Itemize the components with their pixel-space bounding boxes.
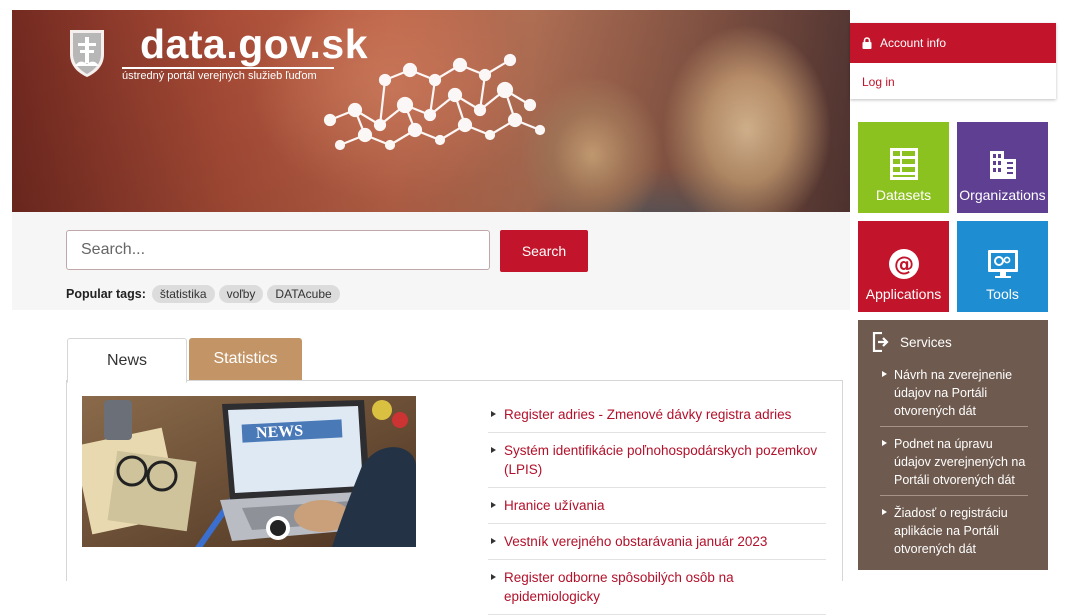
hero-banner: data.gov.sk ústredný portál verejných sl… — [12, 10, 850, 212]
news-item[interactable]: Register adries - Zmenové dávky registra… — [488, 397, 826, 433]
news-item[interactable]: Register odborne spôsobilých osôb na epi… — [488, 560, 826, 615]
tile-tools[interactable]: Tools — [957, 221, 1048, 312]
tab-statistics[interactable]: Statistics — [189, 338, 302, 380]
account-header: Account info — [850, 23, 1056, 63]
lock-icon — [862, 37, 872, 49]
services-header: Services — [858, 320, 1048, 352]
account-box: Account info Log in — [850, 23, 1056, 99]
services-list: Návrh na zverejnenie údajov na Portáli o… — [858, 366, 1048, 564]
tag-statistika[interactable]: štatistika — [151, 285, 215, 303]
tile-applications-label: Applications — [865, 286, 942, 302]
services-item[interactable]: Podnet na úpravu údajov zverejnených na … — [880, 435, 1028, 496]
tab-news[interactable]: News — [67, 338, 187, 383]
tile-organizations[interactable]: Organizations — [957, 122, 1048, 213]
news-image-caption: NEWS — [256, 422, 304, 441]
tag-datacube[interactable]: DATAcube — [267, 285, 340, 303]
services-item[interactable]: Žiadosť o registráciu aplikácie na Portá… — [880, 504, 1028, 564]
tile-tools-label: Tools — [986, 286, 1019, 302]
search-button[interactable]: Search — [500, 230, 588, 272]
news-item[interactable]: Vestník verejného obstarávania január 20… — [488, 524, 826, 560]
svg-text:@: @ — [894, 252, 914, 276]
coat-of-arms-icon — [70, 30, 104, 77]
title-underline — [122, 67, 334, 69]
tile-applications[interactable]: @ Applications — [858, 221, 949, 312]
tile-datasets-label: Datasets — [875, 187, 932, 203]
news-item[interactable]: Systém identifikácie poľnohospodárskych … — [488, 433, 826, 488]
tile-organizations-label: Organizations — [959, 187, 1046, 203]
news-item[interactable]: Hranice užívania — [488, 488, 826, 524]
login-link[interactable]: Log in — [850, 63, 1056, 101]
popular-tags: Popular tags: štatistika voľby DATAcube — [66, 285, 340, 303]
monitor-gears-icon — [987, 250, 1018, 278]
news-image: NEWS — [82, 396, 416, 547]
building-icon — [989, 151, 1016, 179]
network-graphic-icon — [323, 53, 546, 151]
tag-volby[interactable]: voľby — [218, 285, 264, 303]
datasets-icon — [889, 148, 918, 180]
search-input[interactable] — [66, 230, 490, 270]
at-sign-icon: @ — [888, 249, 919, 279]
services-box: Services Návrh na zverejnenie údajov na … — [858, 320, 1048, 570]
services-item[interactable]: Návrh na zverejnenie údajov na Portáli o… — [880, 366, 1028, 427]
news-list: Register adries - Zmenové dávky registra… — [488, 397, 826, 615]
sign-out-icon — [872, 332, 889, 352]
tile-datasets[interactable]: Datasets — [858, 122, 949, 213]
account-info-label: Account info — [880, 36, 947, 50]
site-subtitle: ústredný portál verejných služieb ľuďom — [122, 70, 317, 82]
services-title: Services — [900, 334, 952, 350]
popular-tags-label: Popular tags: — [66, 287, 146, 301]
